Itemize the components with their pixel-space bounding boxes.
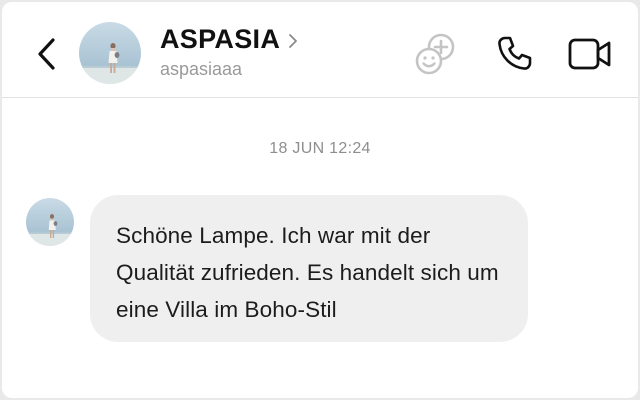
add-people-icon <box>415 33 455 75</box>
avatar-photo <box>26 198 74 246</box>
contact-name: ASPASIA <box>160 24 281 54</box>
sender-avatar[interactable] <box>26 198 74 246</box>
message-text: Schöne Lampe. Ich war mit der Qualität z… <box>116 223 499 322</box>
message-bubble[interactable]: Schöne Lampe. Ich war mit der Qualität z… <box>90 195 528 342</box>
contact-username: aspasiaaa <box>160 59 243 79</box>
chevron-right-icon <box>288 31 302 51</box>
avatar-photo <box>79 22 141 84</box>
contact-avatar[interactable] <box>79 22 141 84</box>
back-button[interactable] <box>32 34 62 74</box>
add-people-button[interactable] <box>412 30 460 78</box>
chat-window: ASPASIA aspasiaaa 18 JUN 12:24 Schöne La… <box>2 2 638 398</box>
chat-header: ASPASIA aspasiaaa <box>2 2 638 98</box>
message-timestamp: 18 JUN 12:24 <box>269 140 371 157</box>
audio-call-button[interactable] <box>492 32 536 76</box>
contact-title[interactable]: ASPASIA <box>160 24 302 55</box>
video-call-button[interactable] <box>566 34 614 74</box>
chevron-left-icon <box>38 38 55 70</box>
video-camera-icon <box>568 38 611 70</box>
phone-icon <box>498 36 532 70</box>
